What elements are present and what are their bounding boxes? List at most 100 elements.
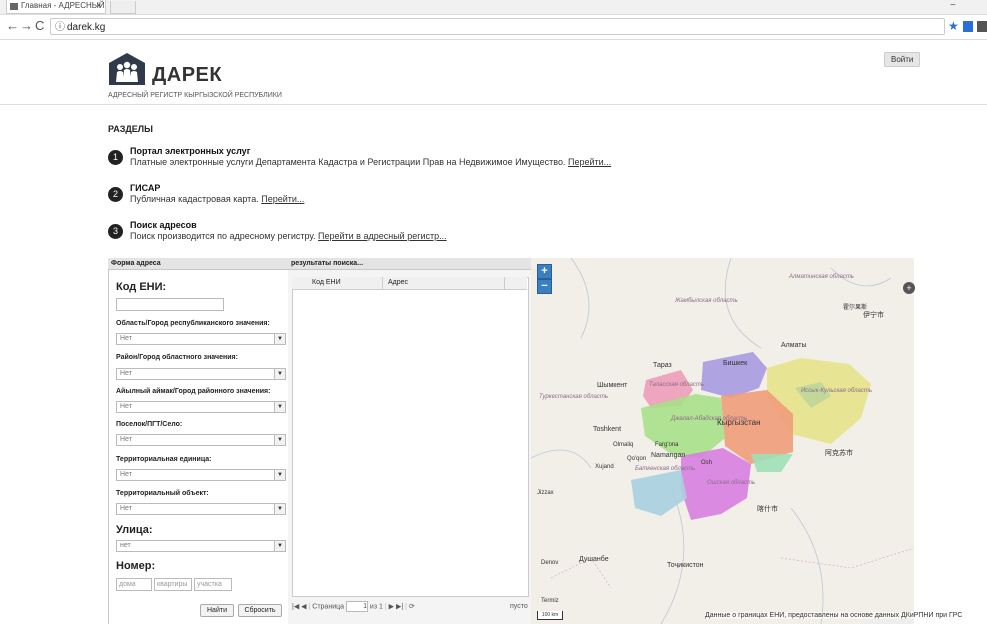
district-label: Район/Город областного значения: xyxy=(116,354,238,361)
results-empty-text: пусто xyxy=(510,603,528,610)
section-description: Поиск производится по адресному регистру… xyxy=(130,231,447,241)
map-city-label: 伊宁市 xyxy=(863,312,884,319)
map-region-label: Баткенская область xyxy=(635,466,696,472)
form-panel-header: Форма адреса xyxy=(108,258,288,270)
bookmark-star-icon[interactable]: ★ xyxy=(948,19,959,33)
section-number: 3 xyxy=(108,224,123,239)
browser-tab[interactable]: Главная - АДРЕСНЫЙ Р × xyxy=(6,0,106,14)
map-scale-bar: 100 km xyxy=(537,611,563,620)
territorial-unit-select[interactable]: Нет ▼ xyxy=(116,469,286,481)
chevron-down-icon: ▼ xyxy=(274,541,285,551)
tab-title: Главная - АДРЕСНЫЙ Р xyxy=(21,1,106,10)
zoom-in-button[interactable]: + xyxy=(537,264,552,279)
territorial-object-label: Территориальный объект: xyxy=(116,490,209,497)
layers-toggle-icon[interactable]: + xyxy=(903,282,915,294)
map-city-label: Бишкек xyxy=(723,360,748,367)
minimize-icon[interactable]: − xyxy=(950,0,956,11)
last-page-icon[interactable]: ▶| xyxy=(396,603,403,610)
column-address[interactable]: Адрес xyxy=(388,277,408,289)
map-city-label: 霍尔果斯 xyxy=(843,305,868,311)
map-city-label: Шымкент xyxy=(597,382,628,389)
map-region-label: Жамбылская область xyxy=(675,298,738,304)
region-label: Область/Город республиканского значения: xyxy=(116,320,270,327)
results-grid[interactable] xyxy=(292,277,529,597)
tab-close-icon[interactable]: × xyxy=(96,0,101,12)
results-panel-header: результаты поиска... xyxy=(288,258,531,270)
reset-button[interactable]: Сбросить xyxy=(238,604,282,617)
results-column-header: Код ЕНИ Адрес xyxy=(292,277,527,290)
eni-input[interactable] xyxy=(116,298,224,311)
map-city-label: Тоҷикистон xyxy=(667,562,704,569)
section-link-gisar[interactable]: Перейти... xyxy=(261,194,304,204)
district-select[interactable]: Нет ▼ xyxy=(116,368,286,380)
map-view[interactable]: Алматинская область Жамбылская область Т… xyxy=(531,258,914,624)
page-number-input[interactable]: 1 xyxy=(345,601,368,612)
results-pager: |◀ ◀ | Страница 1 из 1 | ▶ ▶| | ⟳ xyxy=(292,601,415,612)
menu-icon[interactable] xyxy=(977,21,987,32)
map-city-label: 喀什市 xyxy=(757,506,778,513)
url-field[interactable]: ⓘ darek.kg xyxy=(50,18,945,35)
column-eni-code[interactable]: Код ЕНИ xyxy=(312,277,341,289)
refresh-icon[interactable]: ⟳ xyxy=(409,603,415,610)
territorial-object-select[interactable]: Нет ▼ xyxy=(116,503,286,515)
map-region-label: Ошская область xyxy=(707,480,756,486)
map-city-label: Termiz xyxy=(541,598,559,604)
back-icon[interactable]: ← xyxy=(6,18,19,33)
map-region-label: Иссык-Кульская область xyxy=(801,388,872,394)
map-city-label: Qo'qon xyxy=(627,456,647,462)
brand-subtitle: АДРЕСНЫЙ РЕГИСТР КЫРГЫЗСКОЙ РЕСПУБЛИКИ xyxy=(108,92,282,99)
territorial-unit-label: Территориальная единица: xyxy=(116,456,212,463)
map-canvas[interactable] xyxy=(531,258,914,624)
chevron-down-icon: ▼ xyxy=(274,402,285,412)
map-city-label: Jizzax xyxy=(537,490,554,496)
section-number: 2 xyxy=(108,187,123,202)
chevron-down-icon: ▼ xyxy=(274,369,285,379)
section-link-register[interactable]: Перейти в адресный регистр... xyxy=(318,231,447,241)
prev-page-icon[interactable]: ◀ xyxy=(301,603,306,610)
first-page-icon[interactable]: |◀ xyxy=(292,603,299,610)
login-button[interactable]: Войти xyxy=(884,52,921,67)
section-number: 1 xyxy=(108,150,123,165)
info-icon[interactable]: ⓘ xyxy=(55,19,65,36)
map-city-label: Namangan xyxy=(651,452,686,459)
forward-icon[interactable]: → xyxy=(20,18,33,33)
map-region-label: Таласская область xyxy=(649,382,705,388)
section-description: Публичная кадастровая карта. Перейти... xyxy=(130,194,305,204)
apartment-number-input[interactable]: квартиры xyxy=(154,578,192,591)
map-city-label: Алматы xyxy=(781,342,807,349)
map-city-label: 阿克苏市 xyxy=(825,450,853,457)
region-select[interactable]: Нет ▼ xyxy=(116,333,286,345)
zoom-out-button[interactable]: − xyxy=(537,279,552,294)
find-button[interactable]: Найти xyxy=(200,604,234,617)
extension-icon[interactable] xyxy=(963,21,973,32)
chevron-down-icon: ▼ xyxy=(274,504,285,514)
darek-logo-icon[interactable] xyxy=(108,52,146,86)
next-page-icon[interactable]: ▶ xyxy=(389,603,394,610)
page-total: из 1 xyxy=(369,603,383,611)
map-region-label: Туркестанская область xyxy=(539,394,608,400)
reload-icon[interactable]: C xyxy=(35,18,44,33)
sections-title: РАЗДЕЛЫ xyxy=(108,124,153,134)
map-city-label: Farg'ona xyxy=(655,442,679,448)
column-divider xyxy=(382,277,383,289)
section-link-portal[interactable]: Перейти... xyxy=(568,157,611,167)
map-region-label: Алматинская область xyxy=(789,274,854,280)
section-title: ГИСАР xyxy=(130,183,161,193)
plot-number-input[interactable]: участка xyxy=(194,578,232,591)
section-title: Поиск адресов xyxy=(130,220,197,230)
address-bar: ← → C ⓘ darek.kg ★ xyxy=(0,15,987,40)
map-city-label: Toshkent xyxy=(593,426,622,433)
url-text: darek.kg xyxy=(67,22,106,33)
new-tab-button[interactable] xyxy=(110,1,136,14)
street-select[interactable]: нет ▼ xyxy=(116,540,286,552)
settlement-select[interactable]: Нет ▼ xyxy=(116,434,286,446)
map-city-label: Olmaliq xyxy=(613,442,634,448)
map-city-label: Xujand xyxy=(595,464,614,470)
chevron-down-icon: ▼ xyxy=(274,334,285,344)
column-divider xyxy=(504,277,505,289)
house-number-input[interactable]: дома xyxy=(116,578,152,591)
aimak-select[interactable]: Нет ▼ xyxy=(116,401,286,413)
header-divider xyxy=(0,104,987,105)
map-city-label: Тараз xyxy=(653,362,672,369)
brand-title[interactable]: ДАРЕК xyxy=(152,64,222,87)
